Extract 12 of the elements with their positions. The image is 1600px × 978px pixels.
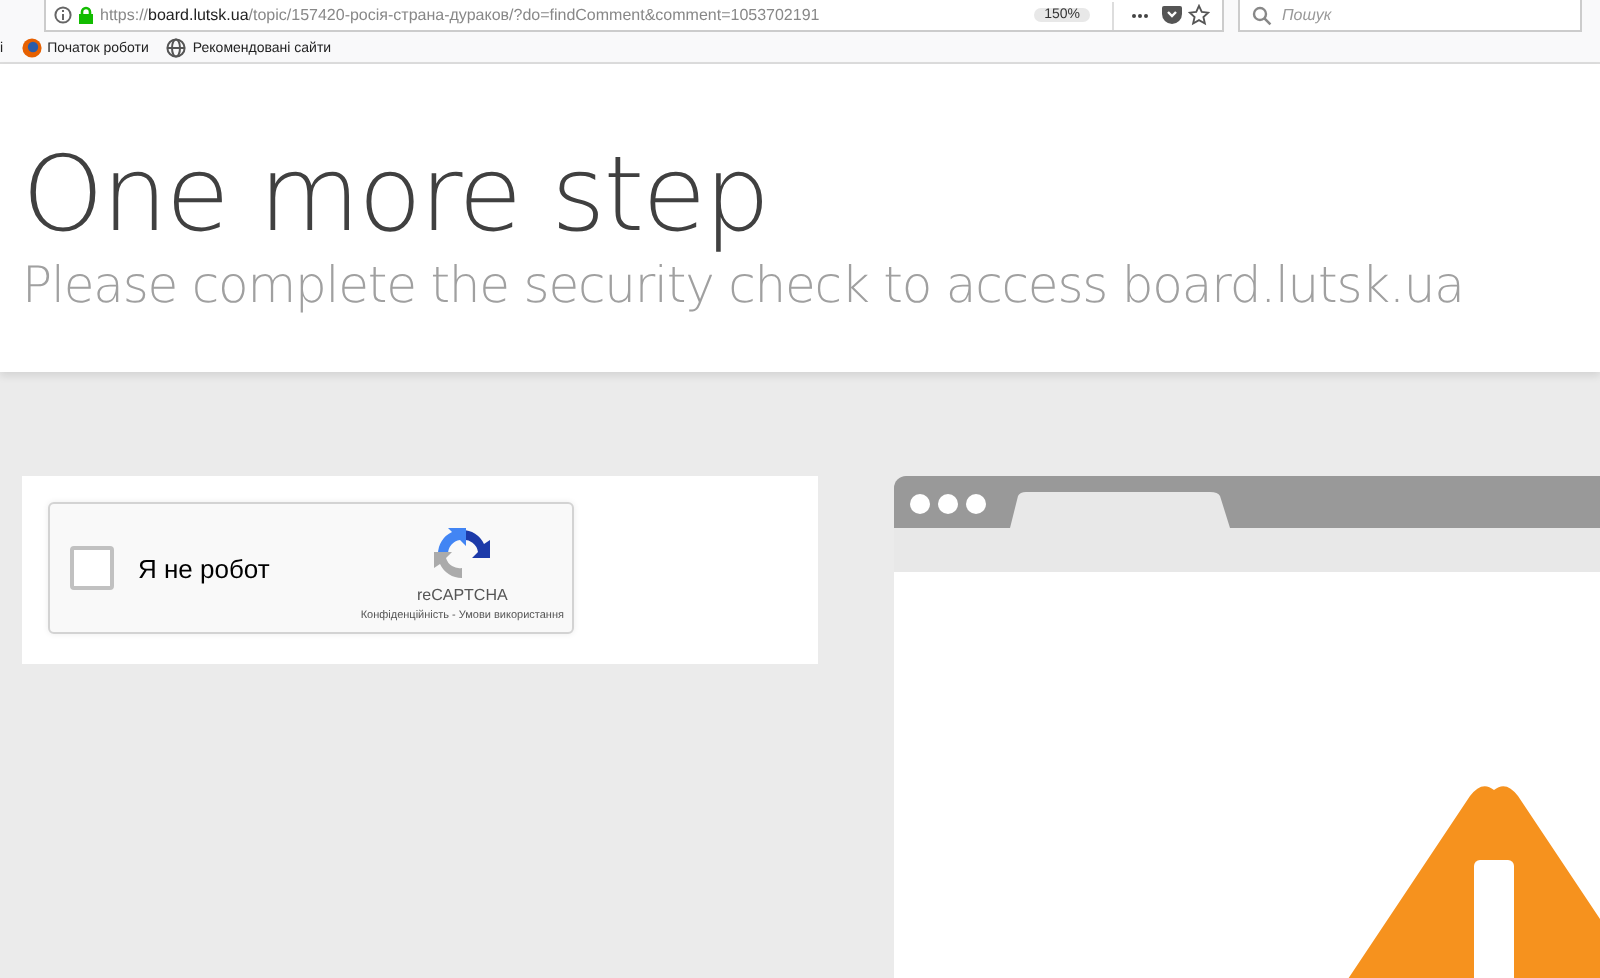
star-icon[interactable] — [1188, 4, 1210, 26]
url-text[interactable]: https://board.lutsk.ua/topic/157420-росія-страна-дураков/?do=findComment&comment=1053702191 — [100, 6, 1029, 24]
page-subtitle: Please complete the security check to access board.lutsk.ua — [22, 256, 1466, 314]
page-title: One more step — [22, 140, 771, 252]
checkbox-label: Я не робот — [138, 553, 272, 583]
recaptcha-brand: reCAPTCHA — [416, 586, 508, 604]
lock-icon — [78, 6, 94, 24]
search-icon — [1252, 5, 1272, 25]
pocket-icon[interactable] — [1162, 6, 1182, 24]
info-icon[interactable] — [54, 6, 72, 24]
checkbox[interactable] — [70, 546, 114, 590]
recaptcha-logo-icon — [434, 526, 491, 582]
